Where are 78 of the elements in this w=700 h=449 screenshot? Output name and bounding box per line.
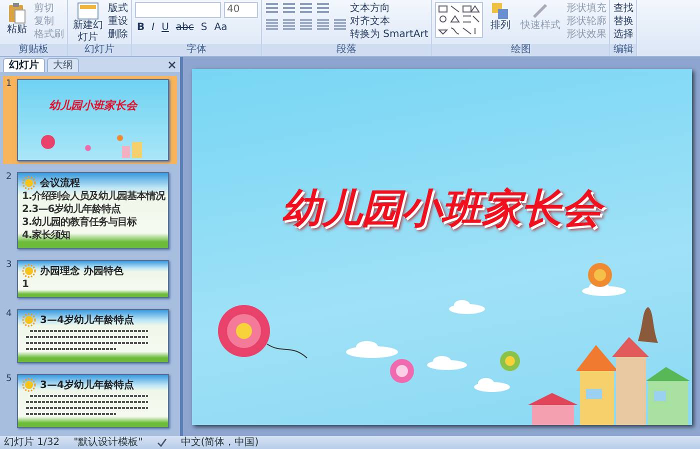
sun-icon	[22, 313, 36, 327]
slide-number: 3	[6, 260, 13, 272]
balloon-drawing	[500, 350, 520, 370]
group-label: 编辑	[610, 44, 636, 56]
align-icon[interactable]	[282, 18, 296, 30]
group-label: 绘图	[432, 44, 610, 56]
slide-bullet: 1	[22, 279, 30, 291]
format-button[interactable]: abc	[174, 22, 196, 33]
cloud-drawing	[474, 378, 510, 392]
slide-title: 幼儿园小班家长会	[49, 98, 137, 113]
group-label: 字体	[132, 44, 261, 56]
font-name-field[interactable]	[135, 2, 221, 18]
brush-icon	[531, 2, 550, 20]
command-button[interactable]: 替换	[613, 15, 634, 28]
cloud-drawing	[346, 340, 398, 358]
list-icon[interactable]	[265, 2, 279, 14]
slide-title: 3—4岁幼儿年龄特点	[40, 314, 134, 327]
sun-icon	[22, 176, 36, 190]
align-icon[interactable]	[333, 18, 347, 30]
slide-title: 会议流程	[40, 176, 80, 190]
cloud-drawing	[448, 300, 484, 314]
panel-tab[interactable]: 大纲	[47, 58, 79, 72]
format-button[interactable]: B	[135, 22, 147, 33]
slide-thumbnail-item[interactable]: 1 幼儿园小班家长会	[3, 76, 177, 164]
list-icon[interactable]	[316, 2, 330, 14]
slide-number: 2	[6, 172, 13, 184]
slide-thumbnail-item[interactable]: 2 会议流程 1.介绍到会人员及幼儿园基本情况 2.3—6岁幼儿年龄特点 3.幼儿园的教育任务与目标 4.家长须知	[3, 169, 177, 252]
command-button[interactable]: 删除	[108, 28, 128, 41]
check-icon	[156, 438, 167, 447]
format-button[interactable]: S	[198, 22, 210, 33]
arrange-icon	[491, 2, 510, 20]
font-size-field[interactable]: 40	[224, 2, 258, 18]
slide-bullet: 4.家长须知	[22, 230, 71, 242]
slide-thumbnail-item[interactable]: 3 办园理念 办园特色 1	[3, 257, 177, 301]
status-text: 中文(简体，中国)	[180, 436, 259, 448]
slide-thumbnail-item[interactable]: 5 3—4岁幼儿年龄特点	[3, 371, 177, 431]
command-button[interactable]: 文本方向	[350, 2, 428, 15]
panel-tab[interactable]: 幻灯片	[3, 58, 45, 72]
align-icon[interactable]	[299, 18, 313, 30]
close-icon[interactable]	[168, 61, 176, 69]
new-slide-button[interactable]: 新建幻灯片	[71, 2, 105, 44]
status-text: 幻灯片 1/32	[4, 436, 60, 448]
shapes-gallery-icon[interactable]	[435, 2, 484, 38]
format-button[interactable]: I	[150, 22, 157, 33]
group-label: 段落	[262, 44, 432, 56]
format-button[interactable]: Aa	[212, 22, 230, 33]
slide-bullet: 2.3—6岁幼儿年龄特点	[22, 204, 122, 216]
align-icon[interactable]	[265, 18, 279, 30]
slide-number: 4	[6, 309, 13, 321]
slide-title: 办园理念 办园特色	[40, 264, 124, 278]
group-label: 剪贴板	[0, 44, 67, 56]
command-button[interactable]: 版式	[108, 2, 128, 15]
command-button[interactable]: 选择	[613, 28, 634, 41]
balloon-drawing	[390, 358, 414, 382]
sun-icon	[22, 378, 36, 392]
sun-icon	[22, 264, 36, 278]
cloud-drawing	[426, 356, 466, 370]
arrange-button[interactable]: 排列	[486, 2, 514, 32]
command-button[interactable]: 查找	[613, 2, 634, 15]
slide-number: 5	[6, 374, 13, 386]
status-text: "默认设计模板"	[74, 436, 143, 448]
balloon-drawing	[588, 262, 612, 286]
group-label: 幻灯片	[68, 44, 131, 56]
slide-bullet: 1.介绍到会人员及幼儿园基本情况	[22, 191, 164, 203]
slide-bullet: 3.幼儿园的教育任务与目标	[22, 217, 138, 229]
format-button[interactable]: U	[160, 22, 171, 33]
slide-title: 3—4岁幼儿年龄特点	[40, 378, 134, 392]
command-button[interactable]: 对齐文本	[350, 15, 428, 28]
command-button[interactable]: 转换为 SmartArt	[350, 28, 428, 41]
command-button[interactable]: 重设	[108, 15, 128, 28]
slide-number: 1	[6, 79, 13, 91]
clipboard-icon	[7, 2, 27, 24]
list-icon[interactable]	[282, 2, 296, 14]
slide-icon	[77, 2, 99, 20]
paste-button[interactable]: 粘贴	[3, 2, 31, 36]
list-icon[interactable]	[299, 2, 313, 14]
slide-thumbnail-item[interactable]: 4 3—4岁幼儿年龄特点	[3, 306, 177, 366]
align-icon[interactable]	[316, 18, 330, 30]
